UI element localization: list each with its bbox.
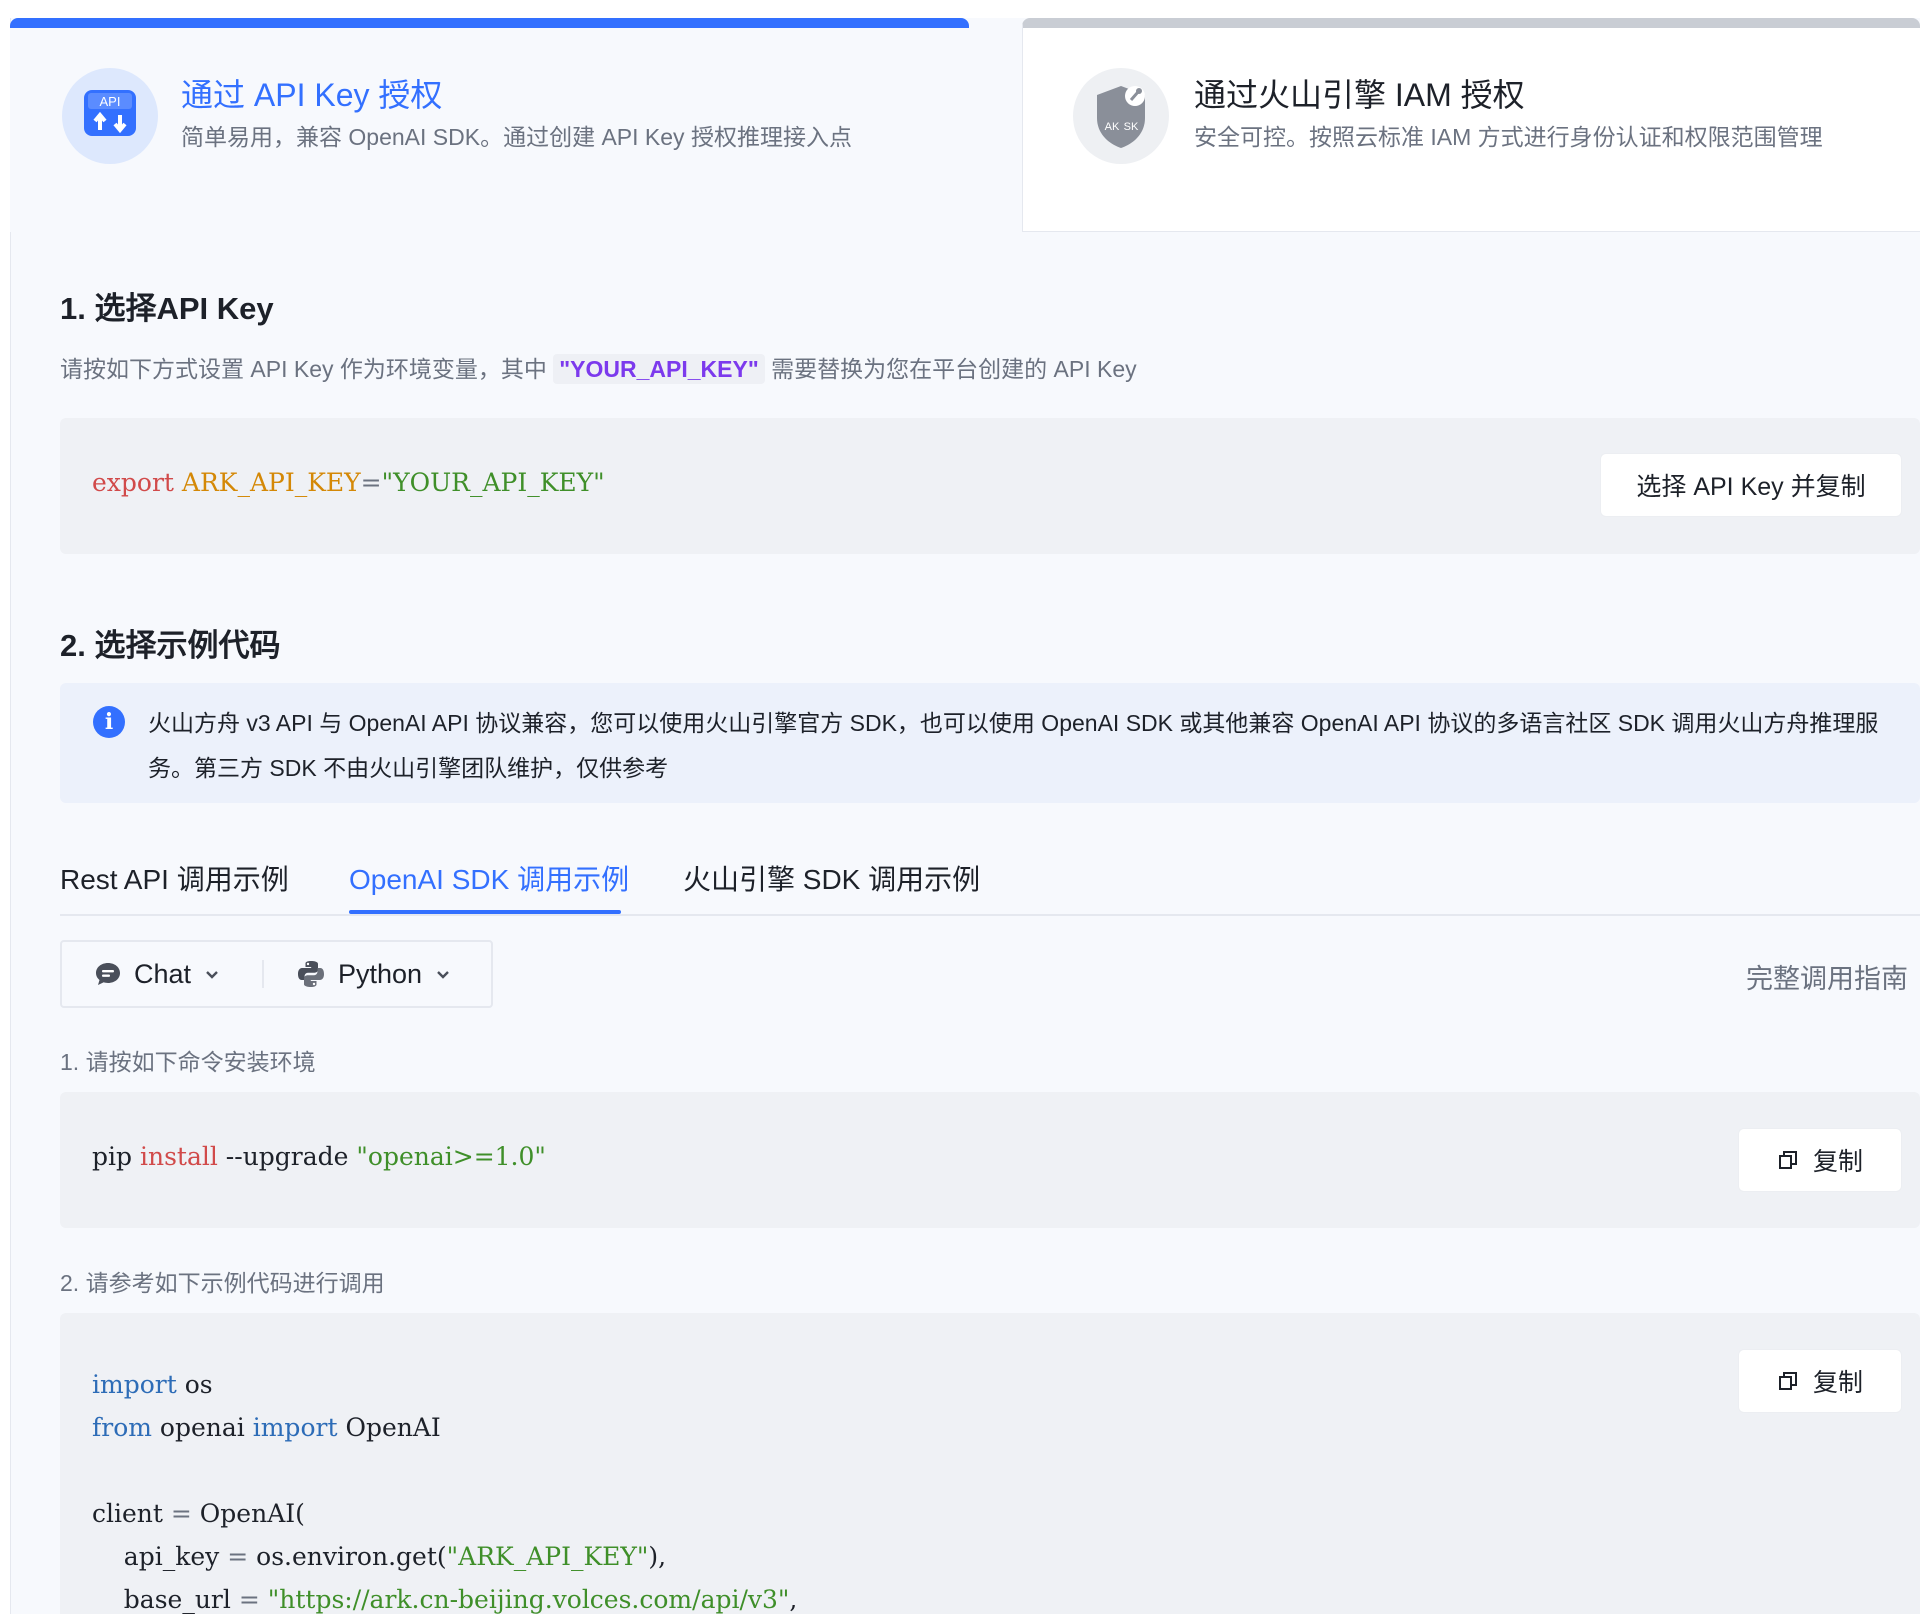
code-token: import [252, 1413, 338, 1442]
example-tabs: Rest API 调用示例 OpenAI SDK 调用示例 火山引擎 SDK 调… [60, 840, 1920, 916]
section1-desc-highlight: "YOUR_API_KEY" [553, 354, 765, 384]
section2-heading: 2. 选择示例代码 [60, 628, 281, 663]
code-token: = [170, 1499, 192, 1528]
info-alert: i 火山方舟 v3 API 与 OpenAI API 协议兼容，您可以使用火山引… [60, 683, 1920, 803]
code-token: api_key [123, 1542, 220, 1571]
code-line: client = OpenAI( [92, 1492, 797, 1535]
install-code-line: pip install --upgrade "openai>=1.0" [92, 1142, 546, 1171]
auth-tab-api-key-desc: 简单易用，兼容 OpenAI SDK。通过创建 API Key 授权推理接入点 [181, 124, 852, 150]
code-token: "YOUR_API_KEY" [381, 468, 605, 497]
selector-group: Chat Python [60, 940, 493, 1008]
active-tab-indicator [349, 910, 621, 914]
api-key-icon: API [62, 68, 158, 164]
code-token: "https://ark.cn-beijing.volces.com/api/v… [267, 1585, 790, 1614]
code-token: client [92, 1499, 163, 1528]
code-token: pip [92, 1142, 133, 1171]
full-guide-link-label: 完整调用指南 [1746, 964, 1908, 994]
code-token: "ARK_API_KEY" [446, 1542, 649, 1571]
code-token: ARK_API_KEY [181, 468, 361, 497]
section1-desc-suffix: 需要替换为您在平台创建的 API Key [771, 356, 1137, 382]
code-token: import [92, 1370, 177, 1399]
code-token: = [238, 1585, 260, 1614]
mode-select-value: Chat [134, 958, 192, 989]
copy-install-button[interactable]: 复制 [1738, 1128, 1902, 1192]
copy-icon [1778, 1151, 1797, 1169]
select-api-key-copy-label: 选择 API Key 并复制 [1636, 473, 1866, 501]
language-select[interactable]: Python [296, 942, 452, 1006]
auth-tab-api-key-title: 通过 API Key 授权 [181, 77, 443, 113]
tab-rest-api[interactable]: Rest API 调用示例 [60, 858, 289, 898]
install-code-block: pip install --upgrade "openai>=1.0" 复制 [60, 1092, 1920, 1228]
selector-divider [262, 960, 264, 988]
code-line: import os [92, 1363, 797, 1406]
copy-icon [1778, 1372, 1797, 1390]
page: API 通过 API Key 授权 简单易用，兼容 OpenAI SDK。通过创… [0, 0, 1920, 1614]
code-token: = [360, 468, 382, 497]
code-token: OpenAI [345, 1413, 441, 1442]
chevron-down-icon [206, 971, 218, 979]
step2-label: 2. 请参考如下示例代码进行调用 [60, 1270, 385, 1296]
auth-tab-iam-title: 通过火山引擎 IAM 授权 [1194, 77, 1525, 113]
auth-tab-iam[interactable]: AK SK 通过火山引擎 IAM 授权 安全可控。按照云标准 IAM 方式进行身… [1022, 18, 1920, 232]
code-token: export [92, 468, 174, 497]
tab-volcengine-sdk[interactable]: 火山引擎 SDK 调用示例 [683, 858, 980, 898]
chat-bubble-icon [96, 963, 120, 985]
code-line: api_key = os.environ.get("ARK_API_KEY"), [92, 1535, 797, 1578]
copy-label: 复制 [1812, 1369, 1863, 1397]
copy-sample-code-button[interactable]: 复制 [1738, 1349, 1902, 1413]
section1-desc-prefix: 请按如下方式设置 API Key 作为环境变量，其中 [60, 356, 547, 382]
copy-label: 复制 [1812, 1148, 1863, 1176]
full-guide-link[interactable]: 完整调用指南 [1746, 957, 1908, 996]
select-api-key-copy-button[interactable]: 选择 API Key 并复制 [1600, 453, 1902, 517]
auth-tab-api-key[interactable]: API 通过 API Key 授权 简单易用，兼容 OpenAI SDK。通过创… [10, 18, 969, 232]
code-token: , [789, 1585, 798, 1614]
svg-text:SK: SK [1124, 121, 1139, 133]
code-token: openai [159, 1413, 245, 1442]
section1-desc: 请按如下方式设置 API Key 作为环境变量，其中 "YOUR_API_KEY… [60, 350, 1137, 384]
code-token: install [139, 1142, 218, 1171]
code-line: base_url = "https://ark.cn-beijing.volce… [92, 1578, 798, 1614]
code-token: from [92, 1413, 152, 1442]
code-token: os.environ.get( [256, 1542, 447, 1571]
info-icon: i [93, 706, 125, 738]
env-code-block: export ARK_API_KEY="YOUR_API_KEY" 选择 API… [60, 418, 1920, 554]
code-token: OpenAI( [199, 1499, 305, 1528]
svg-text:API: API [100, 94, 121, 109]
mode-select[interactable]: Chat [94, 942, 221, 1006]
code-token: ), [648, 1542, 667, 1571]
code-token: "openai>=1.0" [356, 1142, 546, 1171]
python-icon [298, 961, 324, 987]
info-alert-text: 火山方舟 v3 API 与 OpenAI API 协议兼容，您可以使用火山引擎官… [148, 710, 1879, 781]
svg-text:AK: AK [1105, 121, 1120, 133]
iam-shield-icon: AK SK [1073, 68, 1169, 164]
code-token: base_url [123, 1585, 231, 1614]
tab-openai-sdk[interactable]: OpenAI SDK 调用示例 [349, 858, 629, 898]
code-token: os [184, 1370, 213, 1399]
auth-tab-iam-desc: 安全可控。按照云标准 IAM 方式进行身份认证和权限范围管理 [1194, 124, 1823, 150]
step1-label: 1. 请按如下命令安装环境 [60, 1049, 316, 1075]
code-token: --upgrade [225, 1142, 349, 1171]
section1-heading: 1. 选择API Key [60, 291, 274, 326]
chevron-down-icon [437, 971, 449, 979]
code-line: from openai import OpenAI [92, 1406, 797, 1449]
language-select-value: Python [338, 958, 423, 989]
sample-code-block: import os from openai import OpenAI clien… [60, 1313, 1920, 1614]
sample-code: import os from openai import OpenAI clien… [92, 1363, 797, 1614]
env-code-line: export ARK_API_KEY="YOUR_API_KEY" [92, 468, 605, 497]
code-token: = [227, 1542, 249, 1571]
